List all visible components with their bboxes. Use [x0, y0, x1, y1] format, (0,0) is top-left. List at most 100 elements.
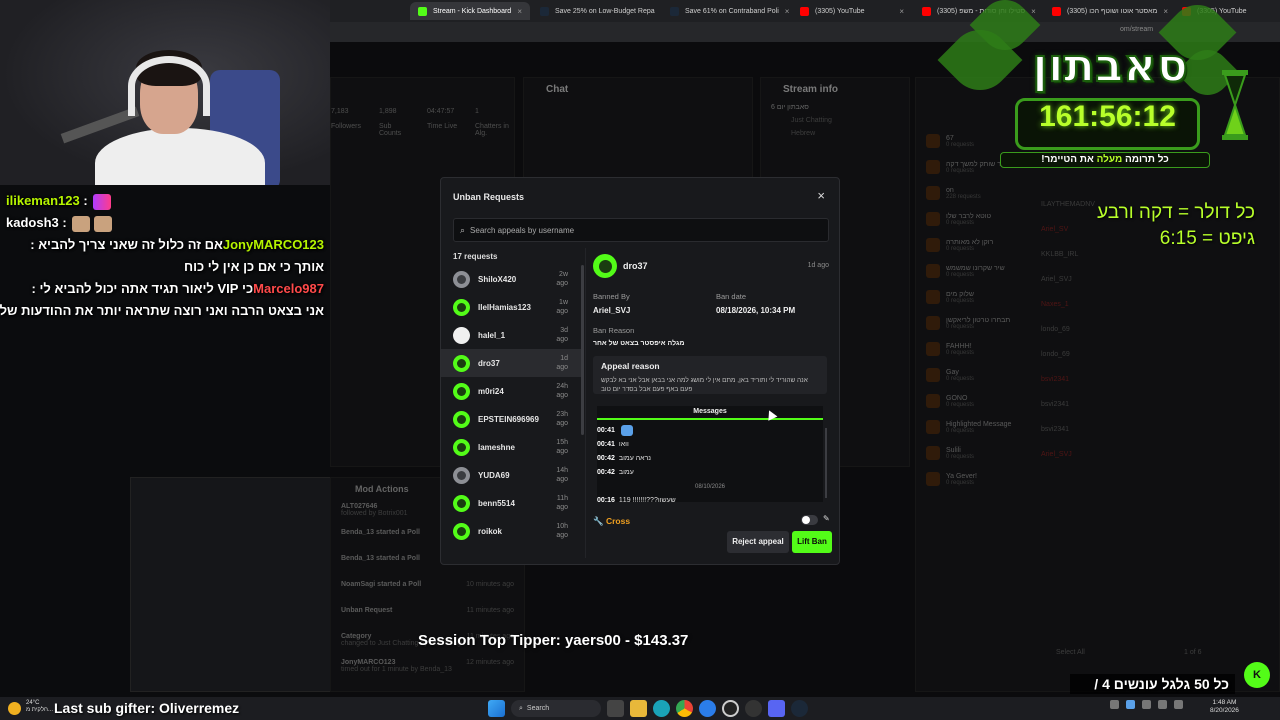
request-item[interactable]: roikok 10h ago [441, 517, 581, 545]
request-item[interactable]: m0ri24 24h ago [441, 377, 581, 405]
task-view-icon[interactable] [607, 700, 624, 717]
edit-pencil-icon[interactable]: ✎ [823, 514, 830, 523]
tray-chevron-icon[interactable] [1110, 700, 1119, 709]
rate-line-1: כל דולר = דקה ורבע [1097, 202, 1255, 223]
chat-message: : [58, 215, 71, 230]
last-sub-gifter: Last sub gifter: Oliverremez [54, 700, 240, 716]
taskbar-search[interactable]: ⌕ Search [511, 700, 601, 717]
detail-time: 1d ago [807, 262, 829, 269]
request-list-scrollbar[interactable] [581, 265, 584, 435]
appeal-reason-box: Appeal reason אנה שהוריד לי ותוריד באן, … [593, 356, 827, 394]
tab-title: Stream - Kick Dashboard [433, 7, 512, 15]
close-icon[interactable]: × [785, 7, 790, 16]
tab-favicon-icon [670, 6, 679, 16]
subathon-title: סאבתון [1031, 37, 1189, 93]
kick-logo-icon[interactable]: K [1244, 662, 1270, 688]
request-item[interactable]: lameshne 15h ago [441, 433, 581, 461]
request-item[interactable]: ShiloX420 2w ago [441, 265, 581, 293]
request-item[interactable]: YUDA69 14h ago [441, 461, 581, 489]
chat-emote-icon [72, 215, 91, 232]
tab-favicon-icon [418, 6, 427, 16]
request-time: 1d ago [556, 355, 568, 371]
steam-icon[interactable] [791, 700, 808, 717]
edge-icon[interactable] [653, 700, 670, 717]
obs-icon[interactable] [722, 700, 739, 717]
close-icon[interactable]: × [517, 7, 522, 16]
session-top-tipper: Session Top Tipper: yaers00 - $143.37 [418, 632, 689, 649]
overlay-chat: ilikeman123 : kadosh3 : JonyMARCO123אם ז… [0, 190, 330, 322]
chrome-icon[interactable] [676, 700, 693, 717]
file-explorer-icon[interactable] [630, 700, 647, 717]
hourglass-icon [1222, 70, 1248, 140]
ban-date-label: Ban date [716, 292, 747, 301]
message-text: נראה עמוב [618, 455, 652, 462]
request-username: m0ri24 [478, 386, 504, 396]
messages-tab[interactable]: Messages [597, 406, 823, 420]
chat-message: אם זה כלול זה שאני צריך להביא : [30, 237, 223, 252]
subathon-overlay: סאבתון 161:56:12 כל תרומה מעלה את הטיימר… [930, 0, 1270, 180]
request-item[interactable]: IlelHamias123 1w ago [441, 293, 581, 321]
tab-favicon-icon [800, 6, 809, 16]
reject-appeal-button[interactable]: Reject appeal [727, 531, 789, 553]
request-time: 2w ago [556, 271, 568, 287]
request-item[interactable]: dro37 1d ago [441, 349, 581, 377]
cross-toggle[interactable] [801, 515, 818, 525]
taskbar-apps: ⌕ Search [488, 700, 808, 717]
request-time: 10h ago [556, 523, 568, 539]
browser-tab[interactable]: Stream - Kick Dashboard × [410, 2, 530, 20]
rate-line-2: גיפט = 6:15 [1159, 228, 1255, 249]
close-icon[interactable]: × [899, 7, 904, 16]
overlay-chat-line: Marcelo987כי VIP ליאור תגיד אתה יכול להב… [0, 278, 330, 300]
tray-app-icon[interactable] [1126, 700, 1135, 709]
close-icon[interactable]: × [817, 188, 825, 203]
user-avatar [453, 522, 470, 540]
app-icon-dark[interactable] [745, 700, 762, 717]
browser-tab[interactable]: (3305) YouTube × [792, 2, 912, 20]
battery-icon[interactable] [1174, 700, 1183, 709]
unban-requests-modal: Unban Requests × ⌕ 17 requests ShiloX420… [440, 177, 840, 565]
ban-reason-label: Ban Reason [593, 326, 635, 335]
request-item[interactable]: halel_1 3d ago [441, 321, 581, 349]
messages-scrollbar[interactable] [825, 428, 827, 498]
chat-message: אותך כי אם כן אין לי כוח [183, 259, 324, 274]
cross-tag: 🔧 Cross [593, 516, 630, 527]
chat-username: JonyMARCO123 [222, 237, 324, 252]
lift-ban-button[interactable]: Lift Ban [792, 531, 832, 553]
request-username: lameshne [478, 442, 515, 452]
chat-message: : [79, 193, 92, 208]
request-username: roikok [478, 526, 503, 536]
weather-sun-icon[interactable] [8, 702, 21, 715]
app-icon-blue[interactable] [699, 700, 716, 717]
search-input[interactable] [470, 225, 811, 235]
ban-reason-value: מגלה איפסטר בצאט של אחר [593, 340, 685, 347]
message-row: 00:42 נראה עמוב [597, 452, 823, 466]
browser-tab[interactable]: Save 25% on Low-Budget Repa× [532, 2, 660, 20]
user-avatar [453, 326, 470, 344]
volume-icon[interactable] [1158, 700, 1167, 709]
weather-widget[interactable]: 24°C חלקית מ... [26, 700, 53, 714]
request-time: 24h ago [556, 383, 568, 399]
request-username: dro37 [478, 358, 500, 368]
chat-username: ilikeman123 [6, 193, 80, 208]
cross-label: Cross [605, 516, 631, 526]
request-item[interactable]: EPSTEIN696969 23h ago [441, 405, 581, 433]
overlay-chat-line: אני בצאט הרבה ואני רוצה שתראה יותר את הה… [0, 300, 330, 322]
user-avatar [453, 410, 470, 428]
message-timestamp: 00:41 [597, 427, 615, 434]
webcam-feed [0, 0, 330, 185]
windows-start-icon[interactable] [488, 700, 505, 717]
taskbar-clock[interactable]: 1:48 AM 8/20/2026 [1210, 699, 1239, 715]
chat-username: kadosh3 [6, 215, 59, 230]
discord-icon[interactable] [768, 700, 785, 717]
request-time: 1w ago [556, 299, 568, 315]
user-avatar [453, 438, 470, 456]
chat-username: Marcelo987 [253, 281, 324, 296]
user-avatar [453, 298, 470, 316]
browser-tab[interactable]: Save 61% on Contraband Poli × [662, 2, 790, 20]
overlay-chat-line: ilikeman123 : [0, 190, 330, 212]
wifi-icon[interactable] [1142, 700, 1151, 709]
message-timestamp: 00:16 [597, 497, 615, 504]
request-item[interactable]: benn5514 11h ago [441, 489, 581, 517]
search-icon: ⌕ [460, 224, 466, 235]
search-field[interactable]: ⌕ [453, 218, 829, 242]
